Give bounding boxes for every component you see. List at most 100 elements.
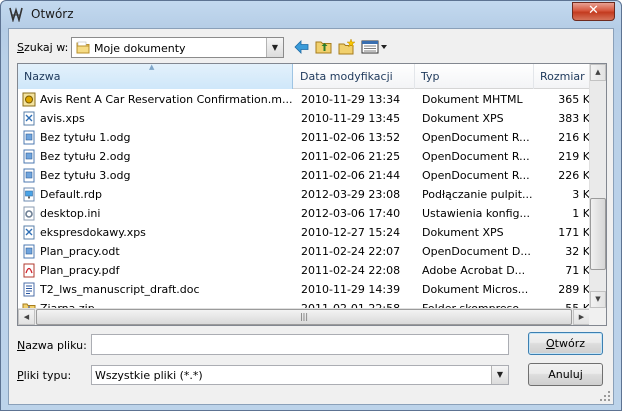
column-header-size[interactable]: Rozmiar — [534, 64, 592, 89]
column-header-type-label: Typ — [421, 70, 440, 83]
file-size: 383 K — [558, 112, 590, 125]
filename-input[interactable] — [91, 334, 509, 355]
file-size: 365 K — [558, 93, 590, 106]
file-name: Plan_pracy.pdf — [40, 264, 120, 277]
file-name: Default.rdp — [40, 188, 102, 201]
scroll-down-icon[interactable]: ▼ — [590, 291, 606, 308]
up-folder-icon[interactable] — [314, 38, 334, 56]
odt-file-icon — [23, 130, 35, 145]
file-size: 216 K — [558, 131, 590, 144]
dialog-client-area: Szukaj w: Moje dokumenty ▼ ▲ Nazwa Data … — [8, 28, 614, 405]
file-date: 2011-02-06 13:52 — [301, 131, 401, 144]
file-type: OpenDocument R... — [422, 169, 530, 182]
odt-file-icon — [23, 168, 35, 183]
column-header-type[interactable]: Typ — [415, 64, 534, 89]
file-row[interactable]: T2_lws_manuscript_draft.doc 2010-11-29 14… — [18, 280, 591, 299]
look-in-label: Szukaj w: — [17, 41, 69, 54]
filename-label: Nazwa pliku: — [17, 339, 87, 352]
view-menu-icon[interactable] — [360, 38, 388, 56]
file-date: 2010-11-29 13:34 — [301, 93, 401, 106]
file-type: Podłączanie pulpit... — [422, 188, 533, 201]
ini-file-icon — [23, 206, 35, 221]
back-arrow-icon[interactable] — [292, 38, 312, 56]
file-name: Bez tytułu 1.odg — [40, 131, 131, 144]
scroll-right-icon[interactable]: ▶ — [573, 309, 590, 325]
folder-icon — [76, 41, 90, 54]
column-header-name-label: Nazwa — [24, 70, 61, 83]
file-size: 1 K — [572, 207, 590, 220]
scroll-up-icon[interactable]: ▲ — [590, 64, 606, 81]
window-title: Otwórz — [31, 7, 74, 21]
file-name: T2_lws_manuscript_draft.doc — [40, 283, 200, 296]
file-type: Dokument MHTML — [422, 93, 523, 106]
file-row[interactable]: Bez tytułu 2.odg 2011-02-06 21:25 OpenDocu… — [18, 147, 591, 166]
vertical-scrollbar[interactable]: ▲ ▼ — [589, 64, 606, 309]
file-date: 2010-12-27 15:24 — [301, 226, 401, 239]
file-date: 2011-02-24 22:07 — [301, 245, 401, 258]
file-list[interactable]: ▲ Nazwa Data modyfikacji Typ Rozmiar Avi… — [17, 63, 607, 326]
file-size: 71 K — [565, 264, 590, 277]
column-header-row: ▲ Nazwa Data modyfikacji Typ Rozmiar — [18, 64, 592, 89]
file-row[interactable]: Bez tytułu 1.odg 2011-02-06 13:52 OpenDocu… — [18, 128, 591, 147]
file-date: 2012-03-29 23:08 — [301, 188, 401, 201]
file-date: 2010-11-29 14:39 — [301, 283, 401, 296]
chevron-down-icon[interactable]: ▼ — [266, 38, 283, 57]
open-button[interactable]: Otwórz — [528, 332, 603, 355]
file-date: 2010-11-29 13:45 — [301, 112, 401, 125]
scrollbar-corner — [589, 308, 606, 325]
title-bar[interactable]: Otwórz ✕ — [1, 1, 621, 27]
app-icon — [9, 7, 23, 22]
column-header-date-label: Data modyfikacji — [300, 70, 393, 83]
scroll-left-icon[interactable]: ◀ — [18, 309, 35, 325]
file-row[interactable]: ekspresdokawy.xps 2010-12-27 15:24 Dokumen… — [18, 223, 591, 242]
file-name: Bez tytułu 2.odg — [40, 150, 131, 163]
file-row[interactable]: Avis Rent A Car Reservation Confirmation… — [18, 90, 591, 109]
mhtml-file-icon — [22, 92, 36, 107]
filetype-label: Pliki typu: — [17, 369, 72, 382]
file-row[interactable]: avis.xps 2010-11-29 13:45 Dokument XPS 383 … — [18, 109, 591, 128]
chevron-down-icon[interactable]: ▼ — [491, 366, 508, 384]
column-header-size-label: Rozmiar — [540, 70, 585, 83]
file-size: 226 K — [558, 169, 590, 182]
new-folder-icon[interactable] — [337, 38, 357, 56]
file-name: Plan_pracy.odt — [40, 245, 120, 258]
horizontal-scrollbar[interactable]: ◀ ||| ▶ — [18, 308, 591, 325]
file-name: desktop.ini — [40, 207, 101, 220]
close-icon: ✕ — [588, 3, 599, 18]
file-type: OpenDocument R... — [422, 150, 530, 163]
file-row[interactable]: Plan_pracy.odt 2011-02-24 22:07 OpenDocume… — [18, 242, 591, 261]
file-date: 2011-02-06 21:44 — [301, 169, 401, 182]
odt-file-icon — [23, 149, 35, 164]
column-header-name[interactable]: ▲ Nazwa — [18, 64, 293, 89]
file-type: Dokument Micros... — [422, 283, 529, 296]
file-row[interactable]: desktop.ini 2012-03-06 17:40 Ustawienia ko… — [18, 204, 591, 223]
open-dialog-window: Otwórz ✕ Szukaj w: Moje dokumenty ▼ ▲ Na… — [0, 0, 622, 411]
file-name: ekspresdokawy.xps — [40, 226, 146, 239]
filetype-value: Wszystkie pliki (*.*) — [95, 369, 203, 382]
file-row[interactable]: Default.rdp 2012-03-29 23:08 Podłączanie p… — [18, 185, 591, 204]
file-row[interactable]: Bez tytułu 3.odg 2011-02-06 21:44 OpenDocu… — [18, 166, 591, 185]
odt-file-icon — [23, 244, 35, 259]
file-row[interactable]: Plan_pracy.pdf 2011-02-24 22:08 Adobe Acro… — [18, 261, 591, 280]
file-type: Adobe Acrobat D... — [422, 264, 526, 277]
file-name: Avis Rent A Car Reservation Confirmation… — [40, 93, 292, 106]
cancel-button[interactable]: Anuluj — [528, 363, 603, 386]
file-date: 2011-02-24 22:08 — [301, 264, 401, 277]
close-button[interactable]: ✕ — [572, 2, 615, 21]
resize-grip-icon[interactable] — [599, 390, 611, 402]
look-in-combo[interactable]: Moje dokumenty ▼ — [71, 37, 284, 58]
vertical-scroll-thumb[interactable] — [590, 198, 606, 270]
column-header-date[interactable]: Data modyfikacji — [294, 64, 415, 89]
filetype-combo[interactable]: Wszystkie pliki (*.*) ▼ — [91, 365, 509, 385]
file-name: Bez tytułu 3.odg — [40, 169, 131, 182]
look-in-value: Moje dokumenty — [94, 42, 186, 55]
horizontal-scroll-thumb[interactable]: ||| — [36, 309, 572, 325]
file-type: Dokument XPS — [422, 226, 504, 239]
file-type: Dokument XPS — [422, 112, 504, 125]
file-type: Ustawienia konfig... — [422, 207, 531, 220]
file-type: OpenDocument R... — [422, 131, 530, 144]
sort-ascending-icon: ▲ — [149, 63, 155, 71]
xps-file-icon — [23, 225, 35, 240]
file-size: 289 K — [558, 283, 590, 296]
file-size: 219 K — [558, 150, 590, 163]
